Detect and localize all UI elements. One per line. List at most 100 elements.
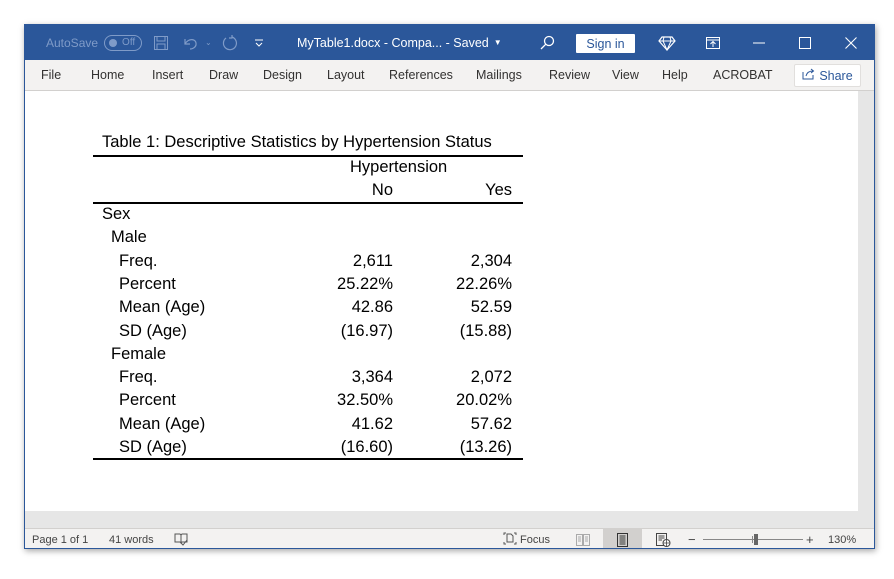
close-icon[interactable] <box>836 25 866 60</box>
zoom-out-button[interactable]: − <box>688 529 696 548</box>
sign-in-button[interactable]: Sign in <box>576 34 635 53</box>
row-label: Mean (Age) <box>119 414 206 433</box>
cell-no: 25.22% <box>337 274 393 293</box>
header-row-columns: No Yes <box>93 181 523 204</box>
row-label: Percent <box>119 274 176 293</box>
tab-mailings[interactable]: Mailings <box>476 60 522 90</box>
focus-icon <box>503 532 517 548</box>
row-label: Sex <box>102 205 131 223</box>
cell-no: 41.62 <box>351 414 393 433</box>
customize-toolbar-icon[interactable] <box>254 25 264 60</box>
cell-yes: 20.02% <box>456 391 512 410</box>
status-bar: Page 1 of 1 41 words Focus − + 130% <box>25 528 874 548</box>
cell-no: 32.50% <box>337 391 393 410</box>
document-title-text: MyTable1.docx - Compa... - Saved <box>297 35 489 50</box>
zoom-level[interactable]: 130% <box>828 529 856 548</box>
tab-layout[interactable]: Layout <box>327 60 365 90</box>
tab-insert[interactable]: Insert <box>152 60 183 90</box>
tab-view[interactable]: View <box>612 60 639 90</box>
cell-yes: 22.26% <box>456 274 512 293</box>
ribbon-display-options-icon[interactable] <box>698 25 728 60</box>
table-row: Sex <box>93 205 523 228</box>
table-top-rule <box>93 155 523 157</box>
table-row: Percent 32.50% 20.02% <box>93 391 523 414</box>
table-row: Female <box>93 345 523 368</box>
table-row: Mean (Age) 42.86 52.59 <box>93 298 523 321</box>
row-label: SD (Age) <box>119 438 187 456</box>
cell-no: 42.86 <box>351 298 393 317</box>
cell-yes: 57.62 <box>470 414 512 433</box>
table-row: Male <box>93 228 523 251</box>
title-bar: AutoSave Off ⌄ MyTable1.docx - Compa... … <box>25 25 874 60</box>
tab-review[interactable]: Review <box>549 60 590 90</box>
redo-icon[interactable] <box>221 25 239 60</box>
column-header-no: No <box>371 181 393 199</box>
tab-draw[interactable]: Draw <box>209 60 238 90</box>
table-caption: Table 1: Descriptive Statistics by Hyper… <box>102 133 492 151</box>
cell-yes: 2,304 <box>470 251 512 270</box>
row-label: Mean (Age) <box>119 298 206 317</box>
document-title[interactable]: MyTable1.docx - Compa... - Saved ▼ <box>297 25 502 60</box>
row-label: Female <box>111 344 167 363</box>
share-label: Share <box>819 68 853 83</box>
table-row: Freq. 3,364 2,072 <box>93 368 523 391</box>
share-button[interactable]: Share <box>794 64 861 87</box>
search-icon[interactable] <box>539 25 555 60</box>
zoom-in-button[interactable]: + <box>806 529 814 548</box>
cell-yes: (13.26) <box>459 438 512 456</box>
autosave-toggle[interactable]: Off <box>104 34 143 51</box>
page-count[interactable]: Page 1 of 1 <box>32 529 88 548</box>
zoom-slider-thumb[interactable] <box>754 534 758 545</box>
table-row: SD (Age) (16.97) (15.88) <box>93 322 523 345</box>
title-dropdown-icon: ▼ <box>493 38 502 47</box>
zoom-slider-midmark <box>752 536 753 543</box>
row-label: Male <box>111 228 147 247</box>
ribbon-tabs: File Home Insert Draw Design Layout Refe… <box>25 60 874 91</box>
document-page[interactable]: Table 1: Descriptive Statistics by Hyper… <box>25 91 858 511</box>
read-mode-icon[interactable] <box>568 529 598 548</box>
table-row: Freq. 2,611 2,304 <box>93 252 523 275</box>
tab-acrobat[interactable]: ACROBAT <box>713 60 773 90</box>
tab-design[interactable]: Design <box>263 60 302 90</box>
table-bottom-rule <box>93 458 523 460</box>
tab-file[interactable]: File <box>41 60 61 90</box>
focus-label: Focus <box>520 533 550 546</box>
row-label: SD (Age) <box>119 321 187 340</box>
column-header-yes: Yes <box>485 181 512 199</box>
row-label: Freq. <box>119 251 158 270</box>
cell-yes: 52.59 <box>470 298 512 317</box>
table-row: Mean (Age) 41.62 57.62 <box>93 415 523 438</box>
header-row-spanner: Hypertension <box>93 158 523 181</box>
cell-no: 2,611 <box>352 251 393 270</box>
cell-no: (16.97) <box>340 321 393 340</box>
row-label: Percent <box>119 391 176 410</box>
proofing-icon[interactable] <box>174 529 188 548</box>
focus-mode-button[interactable]: Focus <box>503 529 550 548</box>
maximize-icon[interactable] <box>790 25 820 60</box>
word-window: AutoSave Off ⌄ MyTable1.docx - Compa... … <box>24 24 875 549</box>
tab-home[interactable]: Home <box>91 60 124 90</box>
zoom-slider-track[interactable] <box>703 539 803 540</box>
save-icon[interactable] <box>153 25 169 60</box>
autosave-label: AutoSave <box>46 35 99 50</box>
premium-diamond-icon[interactable] <box>652 25 682 60</box>
document-area: Table 1: Descriptive Statistics by Hyper… <box>25 91 874 511</box>
table-header-rule <box>93 202 523 204</box>
share-icon <box>802 68 815 83</box>
print-layout-icon[interactable] <box>603 529 642 548</box>
spanner-header: Hypertension <box>350 158 448 176</box>
cell-no: (16.60) <box>340 438 393 456</box>
autosave-control[interactable]: AutoSave Off <box>46 25 143 60</box>
cell-no: 3,364 <box>351 368 393 387</box>
tab-help[interactable]: Help <box>662 60 688 90</box>
table-row: Percent 25.22% 22.26% <box>93 275 523 298</box>
undo-dropdown-icon[interactable]: ⌄ <box>205 25 212 60</box>
web-layout-icon[interactable] <box>648 529 678 548</box>
cell-yes: 2,072 <box>470 368 512 387</box>
minimize-icon[interactable] <box>744 25 774 60</box>
tab-references[interactable]: References <box>389 60 453 90</box>
undo-icon[interactable] <box>182 25 200 60</box>
word-count[interactable]: 41 words <box>109 529 154 548</box>
cell-yes: (15.88) <box>459 321 512 340</box>
row-label: Freq. <box>119 368 158 387</box>
